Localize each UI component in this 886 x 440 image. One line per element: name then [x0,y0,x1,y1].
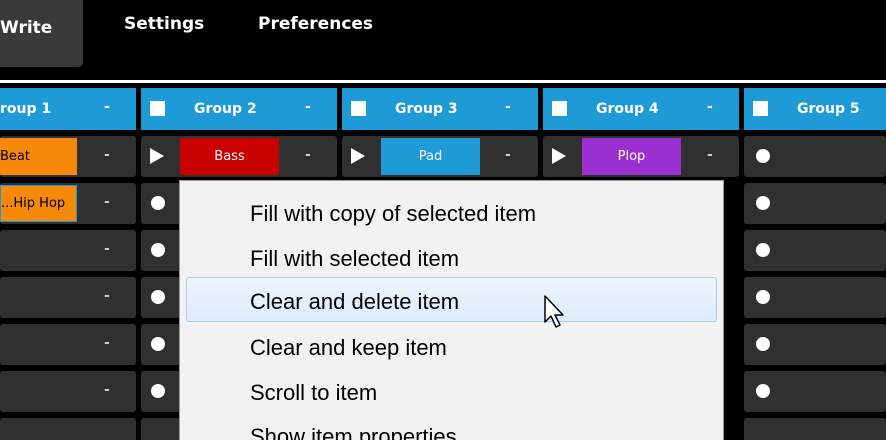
stop-dot-icon[interactable] [756,243,770,257]
group-menu-button-1[interactable]: - [104,99,110,115]
cell-menu-button[interactable]: - [505,147,511,163]
group-checkbox-3[interactable] [351,101,366,116]
cell-group1-row6[interactable]: - [0,371,136,412]
cell-menu-button[interactable]: - [104,335,110,351]
cell-menu-button[interactable]: - [305,147,311,163]
group-name-3: Group 3 [395,101,458,117]
cell-group1-row2[interactable]: Hip Hop... - [0,183,136,224]
group-name-4: Group 4 [596,101,659,117]
cell-menu-button[interactable]: - [104,241,110,257]
stop-dot-icon[interactable] [151,337,165,351]
play-icon[interactable] [150,148,164,164]
tab-settings[interactable]: Settings [124,14,204,34]
cell-group5-row4[interactable] [744,277,886,318]
group-name-5: Group 5 [797,101,860,117]
cell-group1-row3[interactable]: - [0,230,136,271]
stop-dot-icon[interactable] [756,337,770,351]
clip-hip-hop[interactable]: Hip Hop... [0,185,77,222]
group-menu-button-2[interactable]: - [305,99,311,115]
group-menu-button-4[interactable]: - [707,99,713,115]
group-name-2: Group 2 [194,101,257,117]
cell-group4-row1[interactable]: Plop - [543,136,739,177]
clip-beat[interactable]: Beat [0,138,77,175]
context-menu: Fill with copy of selected item Fill wit… [179,180,724,440]
cell-menu-button[interactable]: - [707,147,713,163]
stop-dot-icon[interactable] [756,384,770,398]
group-checkbox-5[interactable] [753,101,768,116]
group-header-2[interactable]: Group 2 - [141,88,337,130]
cell-group1-row5[interactable]: - [0,324,136,365]
cell-group3-row1[interactable]: Pad - [342,136,538,177]
menu-item-scroll-to-item[interactable]: Scroll to item [250,380,377,406]
stop-dot-icon[interactable] [756,196,770,210]
group-header-3[interactable]: Group 3 - [342,88,538,130]
cell-group2-row1[interactable]: Bass - [141,136,337,177]
clip-plop[interactable]: Plop [582,138,681,175]
cell-group5-row5[interactable] [744,324,886,365]
play-icon[interactable] [552,148,566,164]
menu-item-show-properties[interactable]: Show item properties [250,424,457,440]
cell-group5-row6[interactable] [744,371,886,412]
stop-dot-icon[interactable] [151,290,165,304]
play-icon[interactable] [351,148,365,164]
group-checkbox-4[interactable] [552,101,567,116]
clip-bass[interactable]: Bass [180,138,279,175]
stop-dot-icon[interactable] [151,196,165,210]
cell-menu-button[interactable]: - [104,147,110,163]
cell-group1-row1[interactable]: Beat - [0,136,136,177]
menu-bar: Write Settings Preferences [0,0,886,80]
tab-write-label: Write [0,18,53,38]
cell-menu-button[interactable]: - [104,288,110,304]
clip-pad[interactable]: Pad [381,138,480,175]
cell-group5-row3[interactable] [744,230,886,271]
group-menu-button-3[interactable]: - [505,99,511,115]
cell-group5-row7[interactable] [744,418,886,440]
cell-group5-row2[interactable] [744,183,886,224]
group-checkbox-2[interactable] [150,101,165,116]
stop-dot-icon[interactable] [756,149,770,163]
tab-preferences[interactable]: Preferences [258,14,373,34]
app-window: Write Settings Preferences roup 1 - Grou… [0,0,886,440]
cell-group5-row1[interactable] [744,136,886,177]
cell-group1-row7[interactable] [0,418,136,440]
stop-dot-icon[interactable] [756,290,770,304]
stop-dot-icon[interactable] [151,243,165,257]
cell-group1-row4[interactable]: - [0,277,136,318]
stop-dot-icon[interactable] [151,384,165,398]
group-header-4[interactable]: Group 4 - [543,88,739,130]
cell-menu-button[interactable]: - [104,382,110,398]
group-header-1[interactable]: roup 1 - [0,88,136,130]
menu-item-clear-and-keep[interactable]: Clear and keep item [250,335,447,361]
menu-item-fill-with-copy[interactable]: Fill with copy of selected item [250,201,536,227]
mouse-pointer-icon [544,295,564,328]
menu-item-clear-and-delete[interactable]: Clear and delete item [250,289,459,315]
group-name-1: roup 1 [0,101,52,117]
group-header-5[interactable]: Group 5 [744,88,886,130]
cell-menu-button[interactable]: - [104,194,110,210]
menu-item-fill-with-selected[interactable]: Fill with selected item [250,246,459,272]
tab-write[interactable]: Write [0,0,83,67]
